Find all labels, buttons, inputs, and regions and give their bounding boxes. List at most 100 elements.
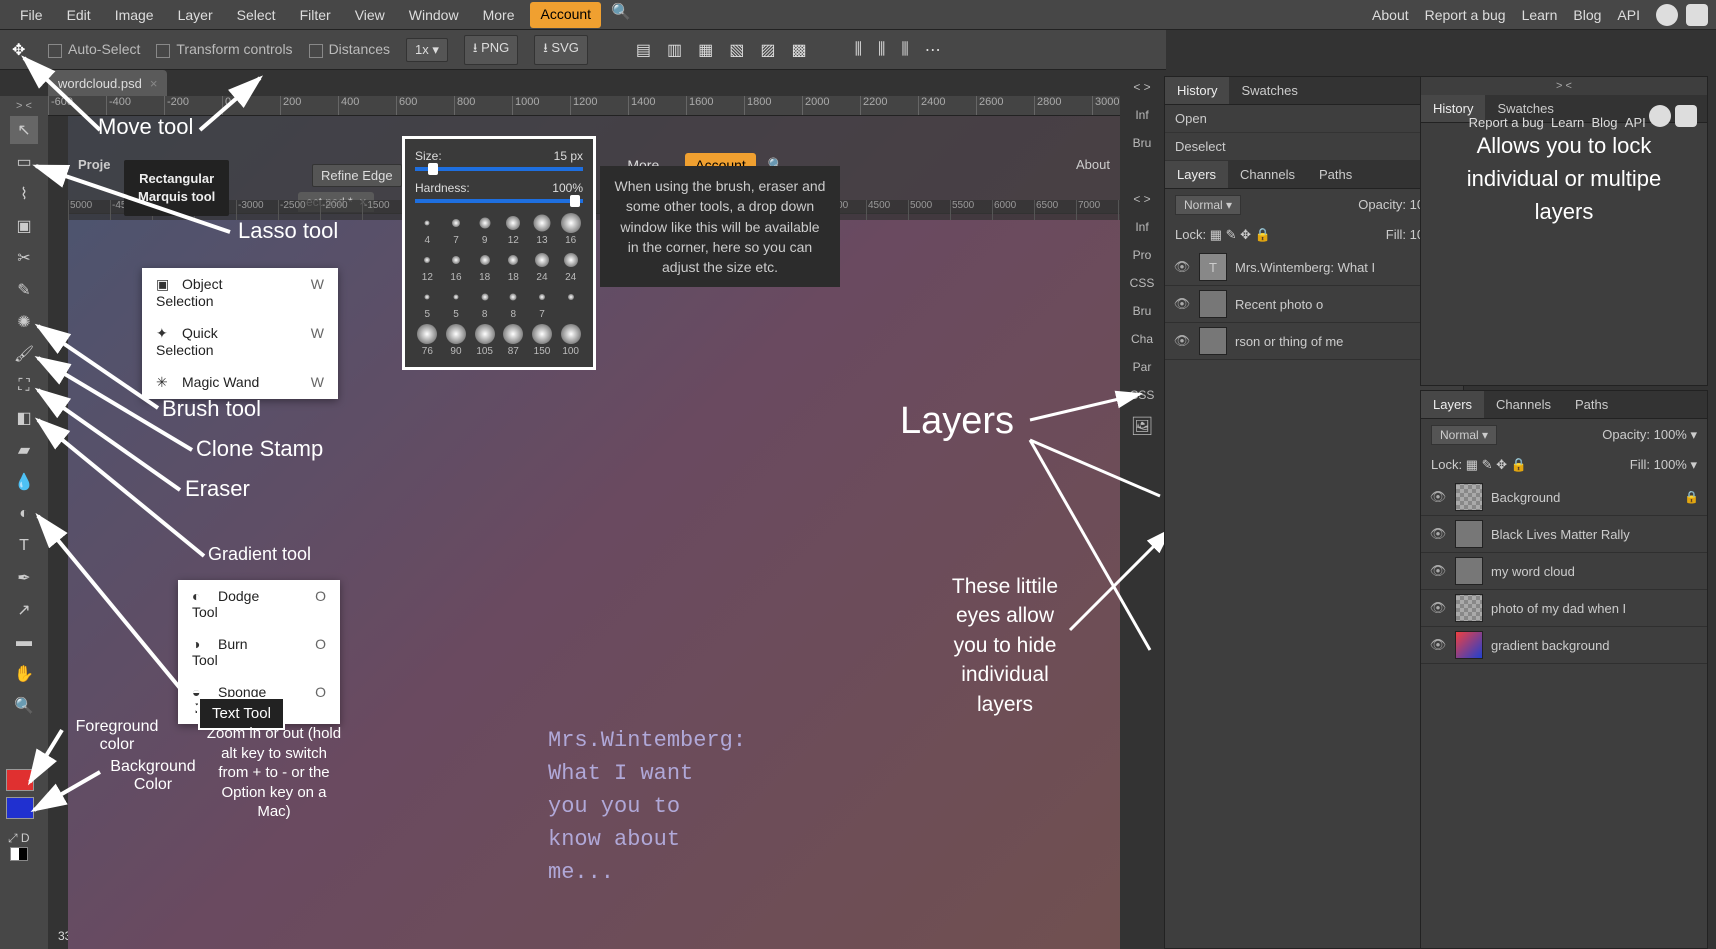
transform-controls-checkbox[interactable]: Transform controls [156, 41, 292, 57]
layer-row-background[interactable]: 👁Background🔒 [1421, 479, 1707, 516]
distances-checkbox[interactable]: Distances [309, 41, 390, 57]
menu-more[interactable]: More [471, 2, 527, 28]
tab-history[interactable]: History [1165, 77, 1229, 104]
dodge-tool-item[interactable]: ◐Dodge ToolO [178, 580, 340, 628]
twitter-icon[interactable] [1656, 4, 1678, 26]
eyedropper-tool[interactable]: ✎ [10, 276, 38, 304]
hardness-slider[interactable] [415, 199, 583, 203]
layer-row[interactable]: 👁photo of my dad when I [1421, 590, 1707, 627]
size-slider[interactable] [415, 167, 583, 171]
menu-select[interactable]: Select [225, 2, 288, 28]
link-learn[interactable]: Learn [1522, 7, 1558, 23]
document-tab[interactable]: wordcloud.psd × [48, 70, 167, 96]
rect-marquee-tool[interactable]: ▭ [10, 148, 38, 176]
zoom-scale-select[interactable]: 1x ▾ [406, 38, 448, 62]
panel-brush-tab[interactable]: Bru [1131, 132, 1154, 154]
path-select-tool[interactable]: ↗ [10, 596, 38, 624]
collapsed-panel-stack-2[interactable]: < > Inf Pro CSS Bru Cha Par CSS 🖼 [1120, 188, 1164, 441]
search-icon[interactable]: 🔍 [611, 2, 631, 28]
panel-css-tab[interactable]: CSS [1128, 384, 1157, 406]
crop-tool[interactable]: ✂ [10, 244, 38, 272]
collapse-toggle[interactable]: > < [1421, 77, 1707, 95]
gradient-tool[interactable]: ▰ [10, 436, 38, 464]
tab-paths[interactable]: Paths [1563, 391, 1620, 418]
menu-file[interactable]: File [8, 2, 55, 28]
panel-paragraph-tab[interactable]: Par [1131, 356, 1154, 378]
panel-toggle-icon[interactable]: < > [1131, 76, 1152, 98]
lasso-tool[interactable]: ⌇ [10, 180, 38, 208]
layer-row[interactable]: 👁Black Lives Matter Rally [1421, 516, 1707, 553]
panel-character-tab[interactable]: Cha [1129, 328, 1155, 350]
panel-info-tab[interactable]: Inf [1133, 216, 1150, 238]
panel-properties-tab[interactable]: Pro [1131, 244, 1154, 266]
menu-window[interactable]: Window [397, 2, 471, 28]
panel-css-tab[interactable]: CSS [1128, 272, 1157, 294]
close-icon[interactable]: × [150, 76, 158, 91]
shape-tool[interactable]: ▬ [10, 628, 38, 656]
panel-info-tab[interactable]: Inf [1133, 104, 1150, 126]
menu-layer[interactable]: Layer [166, 2, 225, 28]
hardness-value[interactable]: 100% [552, 181, 583, 195]
link-report-bug[interactable]: Report a bug [1425, 7, 1506, 23]
align-left-icon[interactable]: ▤ [636, 40, 651, 60]
clone-stamp-tool[interactable]: ⛶ [10, 372, 38, 400]
blend-mode-select[interactable]: Normal ▾ [1431, 425, 1497, 445]
export-svg-button[interactable]: ⭳ SVG [534, 35, 588, 65]
menu-filter[interactable]: Filter [288, 2, 343, 28]
size-value[interactable]: 15 px [554, 149, 583, 163]
zoom-tool[interactable]: 🔍 [10, 692, 38, 720]
menu-view[interactable]: View [343, 2, 397, 28]
panel-brush-tab[interactable]: Bru [1131, 300, 1154, 322]
layer-row[interactable]: 👁TMrs.Wintemberg: What I [1165, 249, 1463, 286]
align-center-icon[interactable]: ▥ [667, 40, 682, 60]
brush-tool[interactable]: 🖌 [10, 340, 38, 368]
move-tool-icon[interactable]: ✥ [12, 40, 32, 60]
link-about[interactable]: About [1372, 7, 1409, 23]
move-tool[interactable]: ↖ [10, 116, 38, 144]
distribute-2-icon[interactable]: ⫼ [878, 41, 885, 59]
tab-swatches[interactable]: Swatches [1229, 77, 1309, 104]
distribute-3-icon[interactable]: ⫼ [901, 41, 908, 59]
object-selection-item[interactable]: ▣Object SelectionW [142, 268, 338, 317]
hand-tool[interactable]: ✋ [10, 660, 38, 688]
menu-image[interactable]: Image [103, 2, 166, 28]
tab-layers[interactable]: Layers [1165, 161, 1228, 188]
facebook-icon[interactable] [1686, 4, 1708, 26]
dodge-tool[interactable]: ◐ [10, 500, 38, 528]
eye-icon[interactable]: 👁 [1429, 489, 1447, 505]
eraser-tool[interactable]: ◧ [10, 404, 38, 432]
background-color-swatch[interactable] [6, 797, 34, 819]
healing-tool[interactable]: ✺ [10, 308, 38, 336]
layer-row[interactable]: 👁rson or thing of me [1165, 323, 1463, 360]
pen-tool[interactable]: ✒ [10, 564, 38, 592]
selection-tool-submenu[interactable]: ▣Object SelectionW ✦Quick SelectionW ✳Ma… [142, 268, 338, 399]
layer-row[interactable]: 👁gradient background [1421, 627, 1707, 664]
blur-tool[interactable]: 💧 [10, 468, 38, 496]
tab-channels[interactable]: Channels [1228, 161, 1307, 188]
align-top-icon[interactable]: ▧ [729, 40, 744, 60]
quick-selection-item[interactable]: ✦Quick SelectionW [142, 317, 338, 366]
tab-channels[interactable]: Channels [1484, 391, 1563, 418]
align-middle-icon[interactable]: ▨ [760, 40, 775, 60]
history-open[interactable]: Open [1165, 105, 1463, 133]
object-select-tool[interactable]: ▣ [10, 212, 38, 240]
distribute-4-icon[interactable]: ⋯ [925, 40, 941, 60]
lock-options[interactable]: Lock: ▦ ✎ ✥ 🔒 [1431, 457, 1527, 473]
menu-account[interactable]: Account [530, 2, 601, 28]
default-colors-icon[interactable] [10, 847, 28, 861]
type-tool[interactable]: T [10, 532, 38, 560]
align-right-icon[interactable]: ▦ [698, 40, 713, 60]
eye-icon[interactable]: 👁 [1429, 600, 1447, 616]
brush-settings-popup[interactable]: Size:15 px Hardness:100% 4 7 9 12 13 16 … [402, 136, 596, 370]
blend-mode-select[interactable]: Normal ▾ [1175, 195, 1241, 215]
layer-row[interactable]: 👁my word cloud [1421, 553, 1707, 590]
magic-wand-item[interactable]: ✳Magic WandW [142, 366, 338, 399]
swap-colors-icon[interactable]: ⤢ D [8, 831, 32, 843]
brush-presets-grid[interactable]: 4 7 9 12 13 16 12 16 18 18 24 24 5 5 8 8… [415, 213, 583, 357]
menu-edit[interactable]: Edit [55, 2, 103, 28]
tab-layers[interactable]: Layers [1421, 391, 1484, 418]
collapsed-panel-stack-1[interactable]: < > Inf Bru [1120, 76, 1164, 154]
auto-select-checkbox[interactable]: Auto-Select [48, 41, 140, 57]
layer-row[interactable]: 👁Recent photo o [1165, 286, 1463, 323]
export-png-button[interactable]: ⭳ PNG [464, 35, 518, 65]
